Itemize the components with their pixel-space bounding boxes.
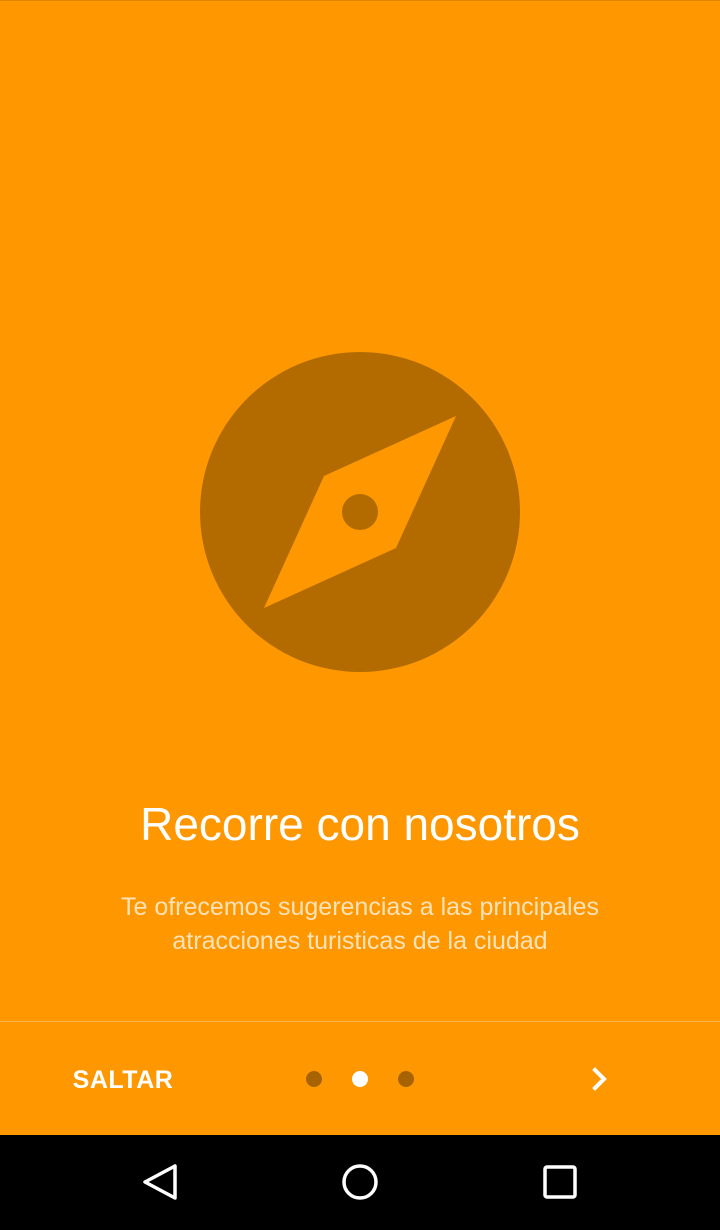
system-nav-bar <box>0 1135 720 1230</box>
top-divider <box>0 0 720 1</box>
back-triangle-icon <box>143 1164 177 1200</box>
page-dot-2-active <box>352 1071 368 1087</box>
page-indicator <box>306 1070 414 1088</box>
page-dot-1 <box>306 1071 322 1087</box>
next-button[interactable] <box>570 1049 630 1109</box>
compass-icon <box>200 352 520 672</box>
skip-button[interactable]: SALTAR <box>48 1050 198 1110</box>
slide-description-line-2: atracciones turisticas de la ciudad <box>172 927 548 955</box>
footer-divider <box>0 1021 720 1022</box>
nav-home-button[interactable] <box>320 1147 400 1217</box>
home-circle-icon <box>342 1164 378 1200</box>
slide-title: Recorre con nosotros <box>140 798 580 850</box>
recents-square-icon <box>543 1165 577 1199</box>
onboarding-screen: Recorre con nosotros Te ofrecemos sugere… <box>0 0 720 1135</box>
slide-description: Te ofrecemos sugerencias a las principal… <box>60 890 660 958</box>
chevron-right-icon <box>592 1067 607 1091</box>
slide-description-line-1: Te ofrecemos sugerencias a las principal… <box>120 893 599 921</box>
nav-recents-button[interactable] <box>520 1147 600 1217</box>
nav-back-button[interactable] <box>120 1147 200 1217</box>
page-dot-3 <box>398 1071 414 1087</box>
